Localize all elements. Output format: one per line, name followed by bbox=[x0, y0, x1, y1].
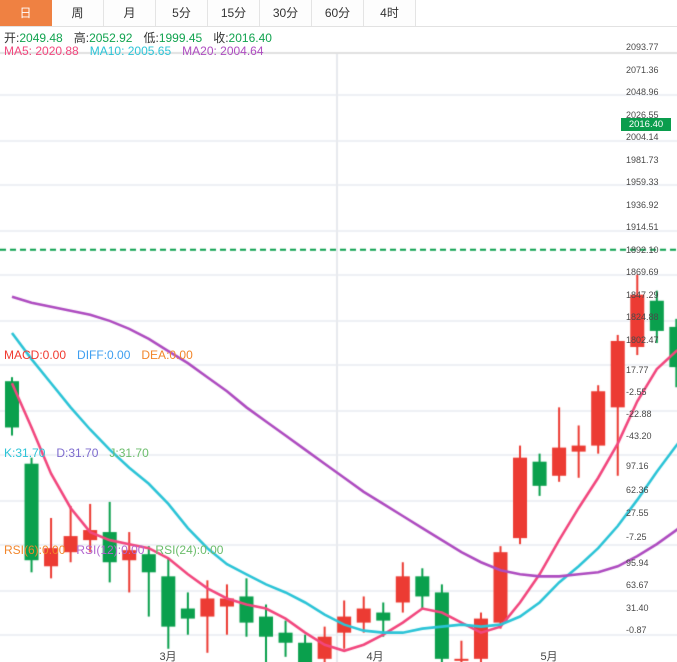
legend-item: K:31.70 bbox=[4, 446, 46, 460]
tab-月[interactable]: 月 bbox=[104, 0, 156, 26]
axis-tick-label: 1802.47 bbox=[626, 335, 659, 345]
axis-tick-label: 2093.77 bbox=[626, 42, 659, 52]
legend-item: MACD:0.00 bbox=[4, 348, 67, 362]
axis-tick-label: -2.55 bbox=[626, 386, 647, 397]
tab-15分[interactable]: 15分 bbox=[208, 0, 260, 26]
tab-周[interactable]: 周 bbox=[52, 0, 104, 26]
axis-tick-label: 1914.51 bbox=[626, 222, 659, 233]
axis-tick-label: -0.87 bbox=[626, 624, 647, 635]
axis-tick-label: -7.25 bbox=[626, 532, 647, 542]
axis-tick-label: 31.40 bbox=[626, 602, 649, 613]
legend-item: RSI(24):0.00 bbox=[155, 543, 224, 557]
axis-tick-label: 97.16 bbox=[626, 460, 649, 471]
axis-tick-label: 1892.10 bbox=[626, 244, 659, 255]
legend-item: 收:2016.40 bbox=[213, 31, 272, 45]
macd-legend: MACD:0.00 DIFF:0.00 DEA:0.00 bbox=[4, 348, 204, 362]
legend-item: MA20: 2004.64 bbox=[182, 44, 264, 58]
tab-日[interactable]: 日 bbox=[0, 0, 52, 26]
axis-tick-label: 2071.36 bbox=[626, 64, 659, 75]
tab-4时[interactable]: 4时 bbox=[364, 0, 416, 26]
tab-30分[interactable]: 30分 bbox=[260, 0, 312, 26]
tab-5分[interactable]: 5分 bbox=[156, 0, 208, 26]
axis-tick-label: 1981.73 bbox=[626, 154, 659, 165]
axis-tick-label: 1824.88 bbox=[626, 312, 659, 323]
legend-item: RSI(12):0.00 bbox=[76, 543, 145, 557]
legend-item: MA5: 2020.88 bbox=[4, 44, 79, 58]
legend-item: 低:1999.45 bbox=[143, 31, 203, 45]
legend-item: MA10: 2005.65 bbox=[89, 44, 172, 58]
tab-60分[interactable]: 60分 bbox=[312, 0, 364, 26]
axis-tick-label: -22.88 bbox=[626, 408, 652, 419]
axis-tick-label: 27.55 bbox=[626, 508, 649, 519]
ma-legend: MA5: 2020.88 MA10: 2005.65 MA20: 2004.64 bbox=[4, 44, 275, 58]
legend-item: 开:2049.48 bbox=[4, 31, 63, 45]
axis-tick-label: 1959.33 bbox=[626, 177, 659, 188]
legend-item: J:31.70 bbox=[109, 446, 149, 460]
legend-item: DIFF:0.00 bbox=[77, 348, 131, 362]
month-label: 3月 bbox=[159, 651, 177, 662]
legend-item: RSI(6):0.00 bbox=[4, 543, 66, 557]
rsi-legend: RSI(6):0.00 RSI(12):0.00 RSI(24):0.00 bbox=[4, 543, 234, 557]
legend-item: 高:2052.92 bbox=[73, 31, 133, 45]
tab-bar: 日周月 5分 15分 30分 60分 4时 bbox=[0, 0, 677, 27]
month-label: 4月 bbox=[366, 651, 384, 662]
axis-tick-label: -43.20 bbox=[626, 430, 652, 441]
axis-tick-label: 1847.29 bbox=[626, 289, 659, 300]
axis-tick-label: 2048.96 bbox=[626, 87, 659, 98]
kdj-legend: K:31.70 D:31.70 J:31.70 bbox=[4, 446, 160, 460]
kline-chart-canvas[interactable] bbox=[0, 0, 677, 662]
current-price-badge: 2016.40 bbox=[621, 118, 671, 132]
kline-app: 日周月 5分 15分 30分 60分 4时 开:2049.48 高:2052.92 低:199… bbox=[0, 0, 677, 662]
axis-tick-label: 1869.69 bbox=[626, 267, 659, 278]
month-label: 5月 bbox=[540, 651, 558, 662]
axis-tick-label: 17.77 bbox=[626, 364, 649, 375]
axis-tick-label: 1936.92 bbox=[626, 199, 659, 210]
axis-tick-label: 63.67 bbox=[626, 580, 649, 591]
legend-item: DEA:0.00 bbox=[141, 348, 193, 362]
axis-tick-label: 62.36 bbox=[626, 484, 649, 495]
axis-tick-label: 95.94 bbox=[626, 557, 649, 568]
legend-item: D:31.70 bbox=[56, 446, 99, 460]
axis-tick-label: 2004.14 bbox=[626, 132, 659, 143]
